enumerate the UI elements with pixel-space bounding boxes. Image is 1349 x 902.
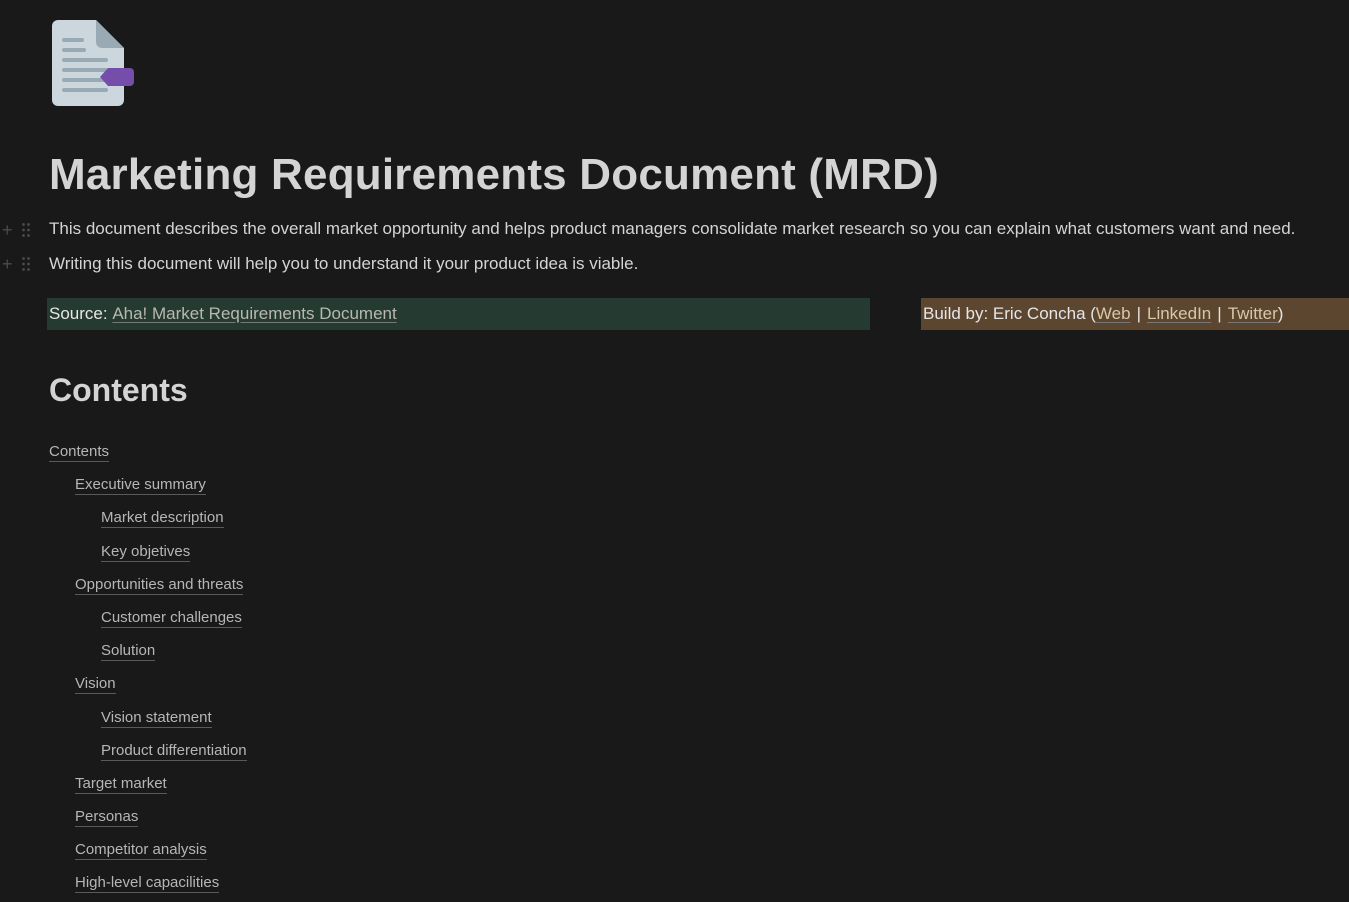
toc-link-vision-statement[interactable]: Vision statement <box>101 708 212 728</box>
toc-link-product-differentiation[interactable]: Product differentiation <box>101 741 247 761</box>
block-handle[interactable]: + <box>2 220 42 240</box>
toc-link-solution[interactable]: Solution <box>101 642 156 662</box>
toc-item: Key objetives <box>49 540 247 573</box>
toc-link-executive-summary[interactable]: Executive summary <box>75 476 206 496</box>
linkedin-link[interactable]: LinkedIn <box>1147 304 1211 324</box>
intro-paragraph[interactable]: This document describes the overall mark… <box>49 219 1295 239</box>
toc-link-opportunities-and-threats[interactable]: Opportunities and threats <box>75 575 244 595</box>
build-callout: Build by: Eric Concha ( Web | LinkedIn |… <box>921 298 1349 330</box>
drag-handle-icon[interactable] <box>21 222 31 238</box>
toc-item: Target market <box>49 772 247 805</box>
drag-handle-icon[interactable] <box>21 256 31 272</box>
link-separator: | <box>1217 304 1222 323</box>
toc-link-customer-challenges[interactable]: Customer challenges <box>101 608 242 628</box>
toc-link-key-objetives[interactable]: Key objetives <box>101 542 191 562</box>
web-link[interactable]: Web <box>1096 304 1131 324</box>
toc-item: Vision statement <box>49 706 247 739</box>
document-icon[interactable] <box>50 18 138 110</box>
source-link[interactable]: Aha! Market Requirements Document <box>112 304 396 324</box>
toc-item: Product differentiation <box>49 739 247 772</box>
contents-heading[interactable]: Contents <box>49 372 188 409</box>
toc-item: High-level capacilities <box>49 871 247 902</box>
block-handle[interactable]: + <box>2 254 42 274</box>
link-separator: | <box>1136 304 1141 323</box>
build-label: Build by: Eric Concha ( <box>923 304 1096 323</box>
toc-item: Opportunities and threats <box>49 573 247 606</box>
toc-link-personas[interactable]: Personas <box>75 808 139 828</box>
source-callout: Source: Aha! Market Requirements Documen… <box>47 298 870 330</box>
toc-link-target-market[interactable]: Target market <box>75 774 167 794</box>
toc-item: Executive summary <box>49 473 247 506</box>
toc-item: Solution <box>49 639 247 672</box>
toc-item: Market description <box>49 506 247 539</box>
twitter-link[interactable]: Twitter <box>1228 304 1278 324</box>
toc-item: Vision <box>49 672 247 705</box>
table-of-contents: Contents Executive summary Market descri… <box>49 440 247 902</box>
build-close: ) <box>1277 304 1284 323</box>
toc-item: Competitor analysis <box>49 838 247 871</box>
notion-page: Marketing Requirements Document (MRD) + … <box>0 0 1349 902</box>
toc-link-contents[interactable]: Contents <box>49 443 110 462</box>
source-label: Source: <box>49 304 113 323</box>
page-title[interactable]: Marketing Requirements Document (MRD) <box>49 150 939 200</box>
toc-link-market-description[interactable]: Market description <box>101 509 224 529</box>
toc-item: Customer challenges <box>49 606 247 639</box>
toc-item: Personas <box>49 805 247 838</box>
viability-paragraph[interactable]: Writing this document will help you to u… <box>49 254 638 274</box>
toc-link-high-level-capacilities[interactable]: High-level capacilities <box>75 874 220 894</box>
toc-item: Contents <box>49 440 247 473</box>
toc-link-competitor-analysis[interactable]: Competitor analysis <box>75 841 207 861</box>
add-block-icon[interactable]: + <box>2 255 13 273</box>
toc-link-vision[interactable]: Vision <box>75 675 116 695</box>
add-block-icon[interactable]: + <box>2 221 13 239</box>
